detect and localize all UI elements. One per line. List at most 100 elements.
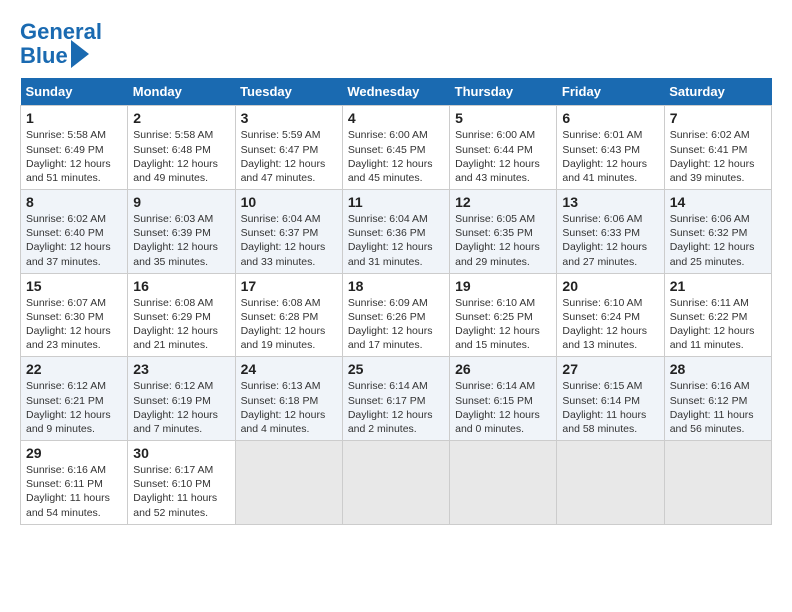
calendar-cell: 12 Sunrise: 6:05 AMSunset: 6:35 PMDayligh… [450, 190, 557, 274]
cell-content: Sunrise: 6:00 AMSunset: 6:44 PMDaylight:… [455, 128, 551, 185]
logo-arrow-icon [71, 40, 89, 68]
cell-content: Sunrise: 6:16 AMSunset: 6:12 PMDaylight:… [670, 379, 766, 436]
logo: General Blue [20, 20, 102, 68]
calendar-cell [450, 441, 557, 525]
calendar-cell: 3 Sunrise: 5:59 AMSunset: 6:47 PMDaylight… [235, 106, 342, 190]
cell-content: Sunrise: 6:17 AMSunset: 6:10 PMDaylight:… [133, 463, 229, 520]
day-number: 18 [348, 278, 444, 294]
calendar-table: SundayMondayTuesdayWednesdayThursdayFrid… [20, 78, 772, 524]
calendar-cell: 29 Sunrise: 6:16 AMSunset: 6:11 PMDayligh… [21, 441, 128, 525]
calendar-cell [342, 441, 449, 525]
cell-content: Sunrise: 6:02 AMSunset: 6:41 PMDaylight:… [670, 128, 766, 185]
col-header-wednesday: Wednesday [342, 78, 449, 106]
cell-content: Sunrise: 6:03 AMSunset: 6:39 PMDaylight:… [133, 212, 229, 269]
calendar-cell: 24 Sunrise: 6:13 AMSunset: 6:18 PMDayligh… [235, 357, 342, 441]
cell-content: Sunrise: 6:04 AMSunset: 6:36 PMDaylight:… [348, 212, 444, 269]
calendar-cell: 23Sunrise: 6:12 AMSunset: 6:19 PMDayligh… [128, 357, 235, 441]
cell-content: Sunrise: 6:00 AMSunset: 6:45 PMDaylight:… [348, 128, 444, 185]
cell-content: Sunrise: 6:14 AMSunset: 6:15 PMDaylight:… [455, 379, 551, 436]
calendar-cell [235, 441, 342, 525]
day-number: 28 [670, 361, 766, 377]
day-number: 3 [241, 110, 337, 126]
calendar-cell: 13 Sunrise: 6:06 AMSunset: 6:33 PMDayligh… [557, 190, 664, 274]
cell-content: Sunrise: 6:08 AMSunset: 6:29 PMDaylight:… [133, 296, 229, 353]
cell-content: Sunrise: 6:15 AMSunset: 6:14 PMDaylight:… [562, 379, 658, 436]
cell-content: Sunrise: 5:58 AMSunset: 6:49 PMDaylight:… [26, 128, 122, 185]
calendar-cell: 14 Sunrise: 6:06 AMSunset: 6:32 PMDayligh… [664, 190, 771, 274]
day-number: 25 [348, 361, 444, 377]
cell-content: Sunrise: 6:02 AMSunset: 6:40 PMDaylight:… [26, 212, 122, 269]
calendar-cell: 8 Sunrise: 6:02 AMSunset: 6:40 PMDaylight… [21, 190, 128, 274]
calendar-cell: 9 Sunrise: 6:03 AMSunset: 6:39 PMDaylight… [128, 190, 235, 274]
col-header-thursday: Thursday [450, 78, 557, 106]
cell-content: Sunrise: 6:06 AMSunset: 6:32 PMDaylight:… [670, 212, 766, 269]
cell-content: Sunrise: 6:10 AMSunset: 6:25 PMDaylight:… [455, 296, 551, 353]
cell-content: Sunrise: 6:04 AMSunset: 6:37 PMDaylight:… [241, 212, 337, 269]
day-number: 1 [26, 110, 122, 126]
day-number: 29 [26, 445, 122, 461]
cell-content: Sunrise: 6:07 AMSunset: 6:30 PMDaylight:… [26, 296, 122, 353]
day-number: 15 [26, 278, 122, 294]
day-number: 26 [455, 361, 551, 377]
day-number: 24 [241, 361, 337, 377]
col-header-friday: Friday [557, 78, 664, 106]
col-header-sunday: Sunday [21, 78, 128, 106]
col-header-tuesday: Tuesday [235, 78, 342, 106]
calendar-cell: 21 Sunrise: 6:11 AMSunset: 6:22 PMDayligh… [664, 273, 771, 357]
day-number: 2 [133, 110, 229, 126]
day-number: 9 [133, 194, 229, 210]
calendar-cell: 11 Sunrise: 6:04 AMSunset: 6:36 PMDayligh… [342, 190, 449, 274]
day-number: 12 [455, 194, 551, 210]
calendar-cell [664, 441, 771, 525]
day-number: 30 [133, 445, 229, 461]
calendar-cell: 10 Sunrise: 6:04 AMSunset: 6:37 PMDayligh… [235, 190, 342, 274]
cell-content: Sunrise: 6:14 AMSunset: 6:17 PMDaylight:… [348, 379, 444, 436]
cell-content: Sunrise: 6:13 AMSunset: 6:18 PMDaylight:… [241, 379, 337, 436]
calendar-cell: 2 Sunrise: 5:58 AMSunset: 6:48 PMDaylight… [128, 106, 235, 190]
cell-content: Sunrise: 6:16 AMSunset: 6:11 PMDaylight:… [26, 463, 122, 520]
calendar-cell: 25 Sunrise: 6:14 AMSunset: 6:17 PMDayligh… [342, 357, 449, 441]
calendar-cell: 15 Sunrise: 6:07 AMSunset: 6:30 PMDayligh… [21, 273, 128, 357]
cell-content: Sunrise: 6:01 AMSunset: 6:43 PMDaylight:… [562, 128, 658, 185]
calendar-cell [557, 441, 664, 525]
cell-content: Sunrise: 6:10 AMSunset: 6:24 PMDaylight:… [562, 296, 658, 353]
calendar-cell: 28 Sunrise: 6:16 AMSunset: 6:12 PMDayligh… [664, 357, 771, 441]
cell-content: Sunrise: 6:11 AMSunset: 6:22 PMDaylight:… [670, 296, 766, 353]
cell-content: Sunrise: 6:12 AMSunset: 6:21 PMDaylight:… [26, 379, 122, 436]
day-number: 21 [670, 278, 766, 294]
calendar-cell: 20Sunrise: 6:10 AMSunset: 6:24 PMDayligh… [557, 273, 664, 357]
day-number: 7 [670, 110, 766, 126]
cell-content: Sunrise: 6:12 AMSunset: 6:19 PMDaylight:… [133, 379, 229, 436]
calendar-cell: 17 Sunrise: 6:08 AMSunset: 6:28 PMDayligh… [235, 273, 342, 357]
cell-content: Sunrise: 5:58 AMSunset: 6:48 PMDaylight:… [133, 128, 229, 185]
cell-content: Sunrise: 6:08 AMSunset: 6:28 PMDaylight:… [241, 296, 337, 353]
page-header: General Blue [20, 20, 772, 68]
day-number: 8 [26, 194, 122, 210]
calendar-cell: 5 Sunrise: 6:00 AMSunset: 6:44 PMDaylight… [450, 106, 557, 190]
calendar-cell: 18Sunrise: 6:09 AMSunset: 6:26 PMDayligh… [342, 273, 449, 357]
cell-content: Sunrise: 6:05 AMSunset: 6:35 PMDaylight:… [455, 212, 551, 269]
day-number: 10 [241, 194, 337, 210]
calendar-cell: 30 Sunrise: 6:17 AMSunset: 6:10 PMDayligh… [128, 441, 235, 525]
day-number: 27 [562, 361, 658, 377]
day-number: 11 [348, 194, 444, 210]
cell-content: Sunrise: 6:06 AMSunset: 6:33 PMDaylight:… [562, 212, 658, 269]
calendar-cell: 22 Sunrise: 6:12 AMSunset: 6:21 PMDayligh… [21, 357, 128, 441]
calendar-cell: 7 Sunrise: 6:02 AMSunset: 6:41 PMDaylight… [664, 106, 771, 190]
calendar-cell: 19 Sunrise: 6:10 AMSunset: 6:25 PMDayligh… [450, 273, 557, 357]
col-header-monday: Monday [128, 78, 235, 106]
calendar-cell: 1 Sunrise: 5:58 AMSunset: 6:49 PMDaylight… [21, 106, 128, 190]
day-number: 13 [562, 194, 658, 210]
day-number: 19 [455, 278, 551, 294]
cell-content: Sunrise: 5:59 AMSunset: 6:47 PMDaylight:… [241, 128, 337, 185]
day-number: 17 [241, 278, 337, 294]
day-number: 5 [455, 110, 551, 126]
day-number: 14 [670, 194, 766, 210]
day-number: 4 [348, 110, 444, 126]
day-number: 22 [26, 361, 122, 377]
calendar-cell: 16 Sunrise: 6:08 AMSunset: 6:29 PMDayligh… [128, 273, 235, 357]
calendar-cell: 4 Sunrise: 6:00 AMSunset: 6:45 PMDaylight… [342, 106, 449, 190]
day-number: 16 [133, 278, 229, 294]
day-number: 6 [562, 110, 658, 126]
calendar-cell: 26 Sunrise: 6:14 AMSunset: 6:15 PMDayligh… [450, 357, 557, 441]
